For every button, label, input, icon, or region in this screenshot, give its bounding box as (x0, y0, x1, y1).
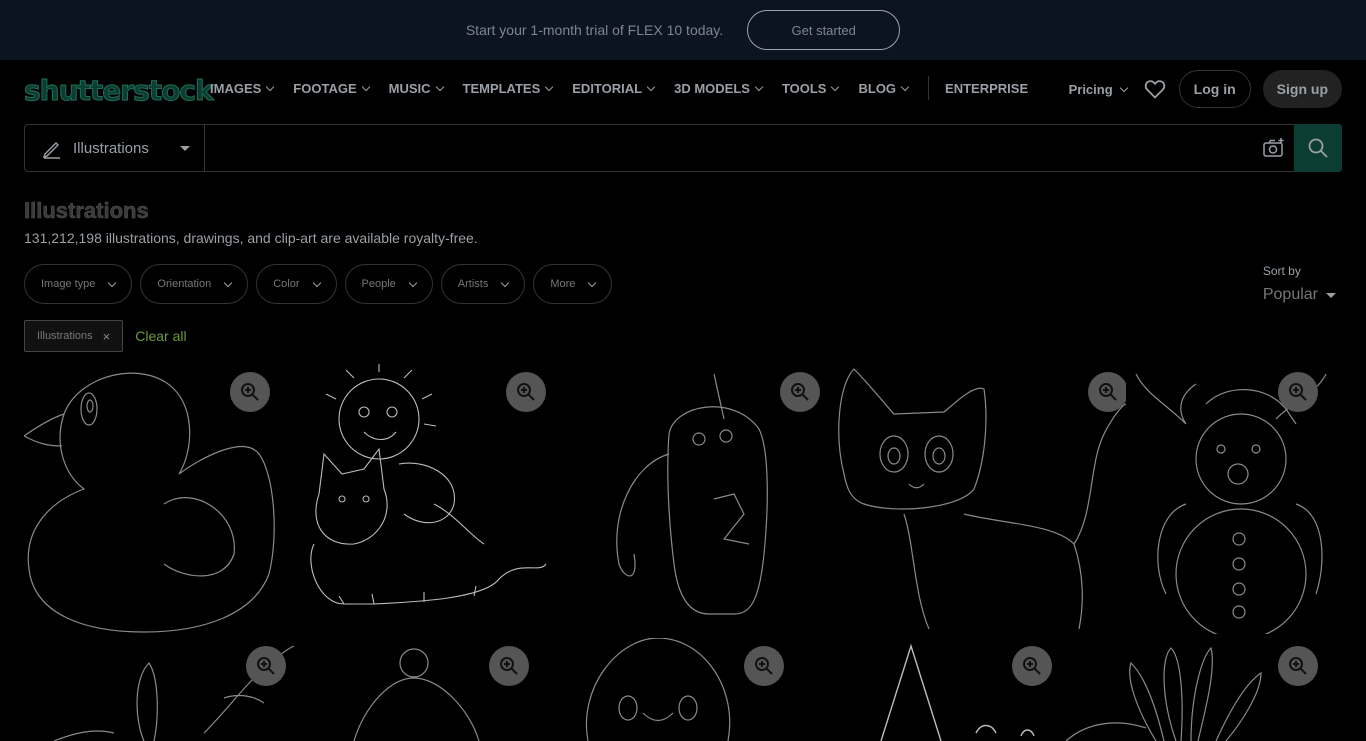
image-search-button[interactable] (1254, 125, 1294, 171)
active-filters: Illustrations × Clear all (24, 320, 187, 352)
search-bar: Illustrations (24, 124, 1342, 172)
page-title: Illustrations (24, 198, 149, 224)
image-tile[interactable] (1126, 364, 1342, 634)
chevron-down-icon (588, 278, 597, 287)
promo-text: Start your 1-month trial of FLEX 10 toda… (465, 22, 724, 38)
filter-orientation[interactable]: Orientation (140, 264, 249, 304)
zoom-in-icon (500, 657, 518, 675)
zoom-in-icon (1289, 657, 1307, 675)
chevron-down-icon (501, 278, 510, 287)
image-tile[interactable] (24, 364, 284, 634)
nav-menu: IMAGES FOOTAGE MUSIC TEMPLATES EDITORIAL… (210, 60, 1048, 116)
chevron-down-icon (900, 82, 910, 91)
chevron-down-icon (312, 278, 321, 287)
zoom-in-icon (791, 383, 809, 401)
nav-item-templates[interactable]: TEMPLATES (463, 81, 554, 96)
chevron-down-icon (108, 278, 117, 287)
zoom-in-icon (1099, 383, 1117, 401)
image-tile[interactable] (24, 638, 294, 741)
zoom-button[interactable] (1088, 372, 1126, 412)
search-icon (1308, 138, 1328, 158)
zoom-button[interactable] (506, 372, 546, 412)
get-started-button[interactable]: Get started (747, 10, 901, 50)
chevron-down-icon (266, 82, 275, 91)
zoom-in-icon (755, 657, 773, 675)
chevron-down-icon (754, 82, 764, 91)
zoom-button[interactable] (1278, 372, 1318, 412)
image-tile[interactable] (834, 364, 1126, 634)
zoom-in-icon (241, 383, 259, 401)
filter-artists[interactable]: Artists (440, 264, 526, 304)
signup-button[interactable]: Sign up (1262, 70, 1342, 108)
image-tile[interactable] (284, 364, 552, 614)
zoom-button[interactable] (246, 646, 286, 686)
image-tile[interactable] (806, 638, 1066, 741)
image-tile[interactable] (1066, 638, 1342, 741)
chevron-down-icon (223, 278, 233, 287)
zoom-in-icon (257, 657, 275, 675)
chevron-down-icon (408, 278, 418, 287)
nav-item-blog[interactable]: BLOG (858, 81, 910, 96)
zoom-in-icon (517, 383, 535, 401)
nav-item-3d-models[interactable]: 3D MODELS (674, 81, 764, 96)
pricing-menu[interactable]: Pricing (1069, 82, 1128, 97)
pen-icon (42, 142, 60, 159)
page-subtitle: 131,212,198 illustrations, drawings, and… (24, 230, 478, 246)
filter-color[interactable]: Color (256, 264, 337, 304)
camera-plus-icon (1263, 138, 1284, 157)
filter-bar: Image type Orientation Color People Arti… (24, 264, 613, 304)
chevron-down-icon (361, 82, 370, 91)
chip-label: Illustrations (37, 330, 93, 342)
search-type-label: Illustrations (73, 139, 149, 157)
filter-chip[interactable]: Illustrations × (24, 320, 124, 352)
close-icon[interactable]: × (103, 329, 111, 344)
chevron-down-icon (1119, 83, 1128, 92)
nav-item-music[interactable]: MUSIC (389, 81, 444, 96)
nav-divider (928, 76, 930, 100)
search-button[interactable] (1294, 124, 1342, 172)
promo-banner: Start your 1-month trial of FLEX 10 toda… (0, 0, 1366, 60)
image-grid (24, 364, 1342, 741)
cartoon-cat-illustration (838, 368, 1126, 630)
nav-item-enterprise[interactable]: ENTERPRISE (945, 81, 1028, 96)
image-tile[interactable] (574, 364, 834, 634)
image-tile[interactable] (558, 638, 806, 741)
login-button[interactable]: Log in (1178, 70, 1251, 108)
heart-icon[interactable] (1143, 77, 1167, 101)
search-input[interactable] (205, 125, 1254, 171)
sort-by[interactable]: Sort by Popular (1263, 264, 1336, 304)
zoom-button[interactable] (744, 646, 784, 686)
filter-image-type[interactable]: Image type (24, 264, 133, 304)
nav-item-editorial[interactable]: EDITORIAL (572, 81, 656, 96)
shutterstock-logo[interactable]: shutterstock (24, 74, 215, 108)
chevron-down-icon (545, 82, 554, 91)
search-type-dropdown[interactable]: Illustrations (25, 125, 205, 171)
sort-label: Sort by (1262, 264, 1301, 278)
zoom-in-icon (1023, 657, 1041, 675)
zoom-in-icon (1289, 383, 1307, 401)
nav-item-images[interactable]: IMAGES (210, 81, 275, 96)
filter-more[interactable]: More (533, 264, 613, 304)
main-nav: shutterstock IMAGES FOOTAGE MUSIC TEMPLA… (0, 60, 1366, 116)
zoom-button[interactable] (780, 372, 820, 412)
zoom-button[interactable] (489, 646, 529, 686)
zoom-button[interactable] (1278, 646, 1318, 686)
zoom-button[interactable] (230, 372, 270, 412)
caret-down-icon (180, 145, 190, 151)
clear-all-link[interactable]: Clear all (135, 328, 186, 344)
nav-actions: Pricing Log in Sign up (1069, 70, 1342, 108)
chevron-down-icon (646, 82, 656, 91)
filter-people[interactable]: People (344, 264, 433, 304)
chevron-down-icon (435, 82, 444, 91)
zoom-button[interactable] (1012, 646, 1052, 686)
chevron-down-icon (831, 82, 840, 91)
image-tile[interactable] (294, 638, 558, 741)
sort-value[interactable]: Popular (1263, 286, 1336, 304)
nav-item-tools[interactable]: TOOLS (782, 81, 840, 96)
caret-down-icon (1326, 292, 1336, 298)
nav-item-footage[interactable]: FOOTAGE (293, 81, 370, 96)
